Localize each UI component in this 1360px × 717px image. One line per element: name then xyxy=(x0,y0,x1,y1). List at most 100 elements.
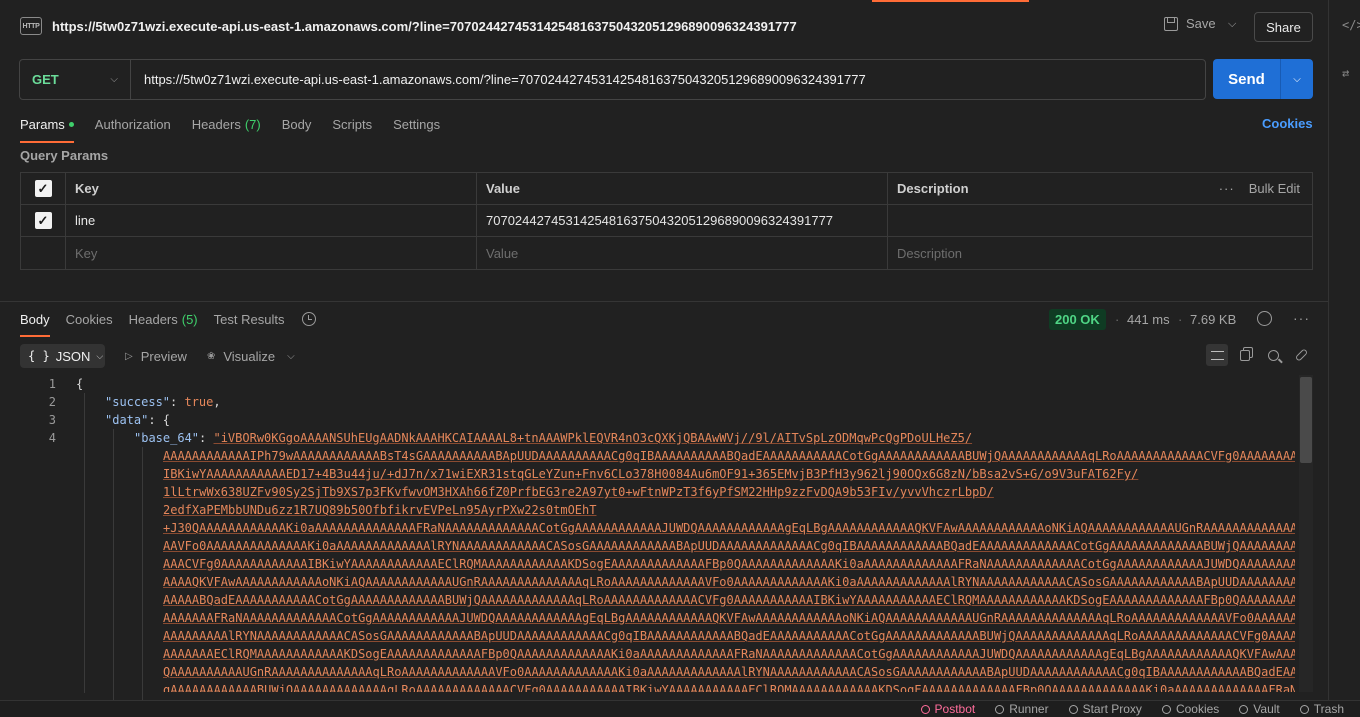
visualize-label: Visualize xyxy=(223,348,276,364)
preview-button[interactable]: ▷ Preview xyxy=(125,349,187,364)
footer-cookies-label: Cookies xyxy=(1175,702,1220,716)
base64-string-line: 2edfXaPEMbbUNDu6zz1R7UQ89b50OfbfikrvEVPe… xyxy=(163,503,597,517)
base64-entry: "base_64": "iVBORw0KGgoAAAANSUhEUgAADNkA… xyxy=(134,431,973,445)
base64-string-line: AAVFo0AAAAAAAAAAAAAAKi0aAAAAAAAAAAAAAlRY… xyxy=(163,539,1295,553)
tab-response-cookies[interactable]: Cookies xyxy=(66,308,113,330)
share-button[interactable]: Share xyxy=(1254,12,1313,42)
code-line: 2 "success": true, xyxy=(20,393,1295,411)
save-icon xyxy=(1164,16,1178,31)
base64-string-line: AAAAQKVFAwAAAAAAAAAAAAoNKiAQAAAAAAAAAAAA… xyxy=(163,575,1295,589)
cookies-link[interactable]: Cookies xyxy=(1262,116,1313,131)
query-params-title: Query Params xyxy=(20,148,109,163)
status-badge[interactable]: 200 OK xyxy=(1049,309,1106,330)
response-tools xyxy=(1206,344,1318,366)
tab-test-results[interactable]: Test Results xyxy=(214,308,285,330)
code-line: AAAAABQadEAAAAAAAAAAACotGgAAAAAAAAAAAAAB… xyxy=(20,591,1295,609)
response-body-code[interactable]: 1 { 2 "success": true, 3 "data": { 4 "ba… xyxy=(20,375,1295,692)
scrollbar-thumb[interactable] xyxy=(1300,377,1312,463)
tab-params[interactable]: Params xyxy=(20,112,74,143)
wrap-lines-button[interactable] xyxy=(1206,344,1228,366)
column-header-value: Value xyxy=(477,173,888,204)
copy-button[interactable] xyxy=(1234,344,1256,366)
param-description[interactable] xyxy=(888,205,1312,236)
request-title[interactable]: https://5tw0z71wzi.execute-api.us-east-1… xyxy=(52,19,797,34)
description-header-label: Description xyxy=(897,181,969,196)
url-input[interactable]: https://5tw0z71wzi.execute-api.us-east-1… xyxy=(131,72,866,87)
tab-response-headers[interactable]: Headers (5) xyxy=(129,308,198,330)
base64-string-line: AAAAABQadEAAAAAAAAAAACotGgAAAAAAAAAAAAAB… xyxy=(163,593,1295,607)
vault-button[interactable]: Vault xyxy=(1239,702,1280,716)
param-key[interactable]: line xyxy=(66,205,477,236)
params-active-dot xyxy=(68,121,74,127)
request-header: HTTP https://5tw0z71wzi.execute-api.us-e… xyxy=(0,0,1328,52)
tab-scripts[interactable]: Scripts xyxy=(332,112,372,136)
tab-body[interactable]: Body xyxy=(282,112,312,136)
visualize-button[interactable]: ❀ Visualize xyxy=(207,349,275,364)
format-select[interactable]: { } JSON ⌵ xyxy=(20,344,105,368)
code-line: 4 "base_64": "iVBORw0KGgoAAAANSUhEUgAADN… xyxy=(20,429,1295,447)
code-line: 1lLtrwWx638UZFv90Sy2SjTb9XS7p3FKvfwvOM3H… xyxy=(20,483,1295,501)
tab-response-body[interactable]: Body xyxy=(20,308,50,337)
base64-string-line: AAAAAAAEClRQMAAAAAAAAAAAAKDSogEAAAAAAAAA… xyxy=(163,647,1295,661)
new-value-input[interactable]: Value xyxy=(477,237,888,269)
new-description-input[interactable]: Description xyxy=(888,237,1312,269)
history-button[interactable] xyxy=(300,308,317,330)
runner-label: Runner xyxy=(1009,702,1049,716)
bulk-edit-label: Bulk Edit xyxy=(1248,181,1300,196)
proxy-icon xyxy=(1068,704,1078,714)
code-line: QAAAAAAAAAAUGnRAAAAAAAAAAAAAAqLRoAAAAAAA… xyxy=(20,663,1295,681)
link-button[interactable] xyxy=(1290,344,1312,366)
response-size[interactable]: 7.69 KB xyxy=(1190,312,1236,327)
preview-label: Preview xyxy=(140,348,187,364)
select-all-checkbox[interactable]: ✓ xyxy=(34,180,52,197)
related-icon[interactable]: ⇄ xyxy=(1342,66,1349,80)
tab-settings[interactable]: Settings xyxy=(393,112,440,136)
link-icon xyxy=(1294,348,1308,362)
response-time[interactable]: 441 ms xyxy=(1127,312,1170,327)
wrap-icon xyxy=(1210,350,1224,360)
trash-button[interactable]: Trash xyxy=(1299,702,1344,716)
http-icon: HTTP xyxy=(20,17,42,35)
cookie-icon xyxy=(1161,704,1171,714)
bulk-edit-button[interactable]: ··· Bulk Edit xyxy=(1219,181,1300,196)
tab-headers[interactable]: Headers (7) xyxy=(192,112,261,136)
status-bar: Postbot Runner Start Proxy Cookies Vault… xyxy=(0,700,1360,717)
network-info-icon[interactable] xyxy=(1257,311,1272,326)
method-select[interactable]: GET ⌵ xyxy=(20,60,131,99)
runner-button[interactable]: Runner xyxy=(995,702,1049,716)
right-sidebar xyxy=(1328,0,1360,700)
postbot-button[interactable]: Postbot xyxy=(920,702,975,716)
base64-string-line: AAAAAAAFRaNAAAAAAAAAAAAACotGgAAAAAAAAAAA… xyxy=(163,611,1295,625)
code-line: IBKiwYAAAAAAAAAAAED17+4B3u44ju/+dJ7n/x71… xyxy=(20,465,1295,483)
param-value[interactable]: 7070244274531425481637504320512968900963… xyxy=(477,205,888,236)
pane-divider[interactable] xyxy=(0,301,1328,302)
new-key-input[interactable]: Key xyxy=(66,237,477,269)
code-icon[interactable]: </> xyxy=(1342,18,1360,32)
trash-label: Trash xyxy=(1313,702,1344,716)
code-line: gAAAAAAAAAAAABUWjQAAAAAAAAAAAAAqLRoAAAAA… xyxy=(20,681,1295,692)
more-icon[interactable]: ··· xyxy=(1219,181,1235,196)
separator-dot: · xyxy=(1178,312,1183,327)
more-options-icon[interactable]: ··· xyxy=(1293,310,1310,326)
start-proxy-label: Start Proxy xyxy=(1082,702,1142,716)
tab-authorization[interactable]: Authorization xyxy=(95,112,171,136)
start-proxy-button[interactable]: Start Proxy xyxy=(1068,702,1142,716)
visualize-chevron-icon[interactable]: ⌵ xyxy=(287,351,295,362)
request-tabs: Params Authorization Headers (7) Body Sc… xyxy=(20,112,461,143)
row-checkbox[interactable]: ✓ xyxy=(34,212,52,229)
send-button[interactable]: Send xyxy=(1213,71,1280,88)
format-bar: { } JSON ⌵ ▷ Preview ❀ Visualize ⌵ xyxy=(20,344,295,368)
visualize-icon: ❀ xyxy=(206,350,216,362)
send-options-chevron-icon[interactable]: ⌵ xyxy=(1281,74,1313,85)
code-line: AAAAAAAFRaNAAAAAAAAAAAAACotGgAAAAAAAAAAA… xyxy=(20,609,1295,627)
row-checkbox-cell: ✓ xyxy=(21,205,66,236)
save-options-chevron-icon[interactable]: ⌵ xyxy=(1228,18,1236,31)
data-entry: "data": { xyxy=(105,413,171,427)
search-button[interactable] xyxy=(1262,344,1284,366)
code-line: AAVFo0AAAAAAAAAAAAAAKi0aAAAAAAAAAAAAAlRY… xyxy=(20,537,1295,555)
runner-icon xyxy=(995,704,1005,714)
footer-cookies-button[interactable]: Cookies xyxy=(1161,702,1220,716)
save-button[interactable]: Save xyxy=(1164,16,1216,31)
base64-string-line: IBKiwYAAAAAAAAAAAED17+4B3u44ju/+dJ7n/x71… xyxy=(163,467,1139,481)
column-header-description: Description ··· Bulk Edit xyxy=(888,173,1312,204)
